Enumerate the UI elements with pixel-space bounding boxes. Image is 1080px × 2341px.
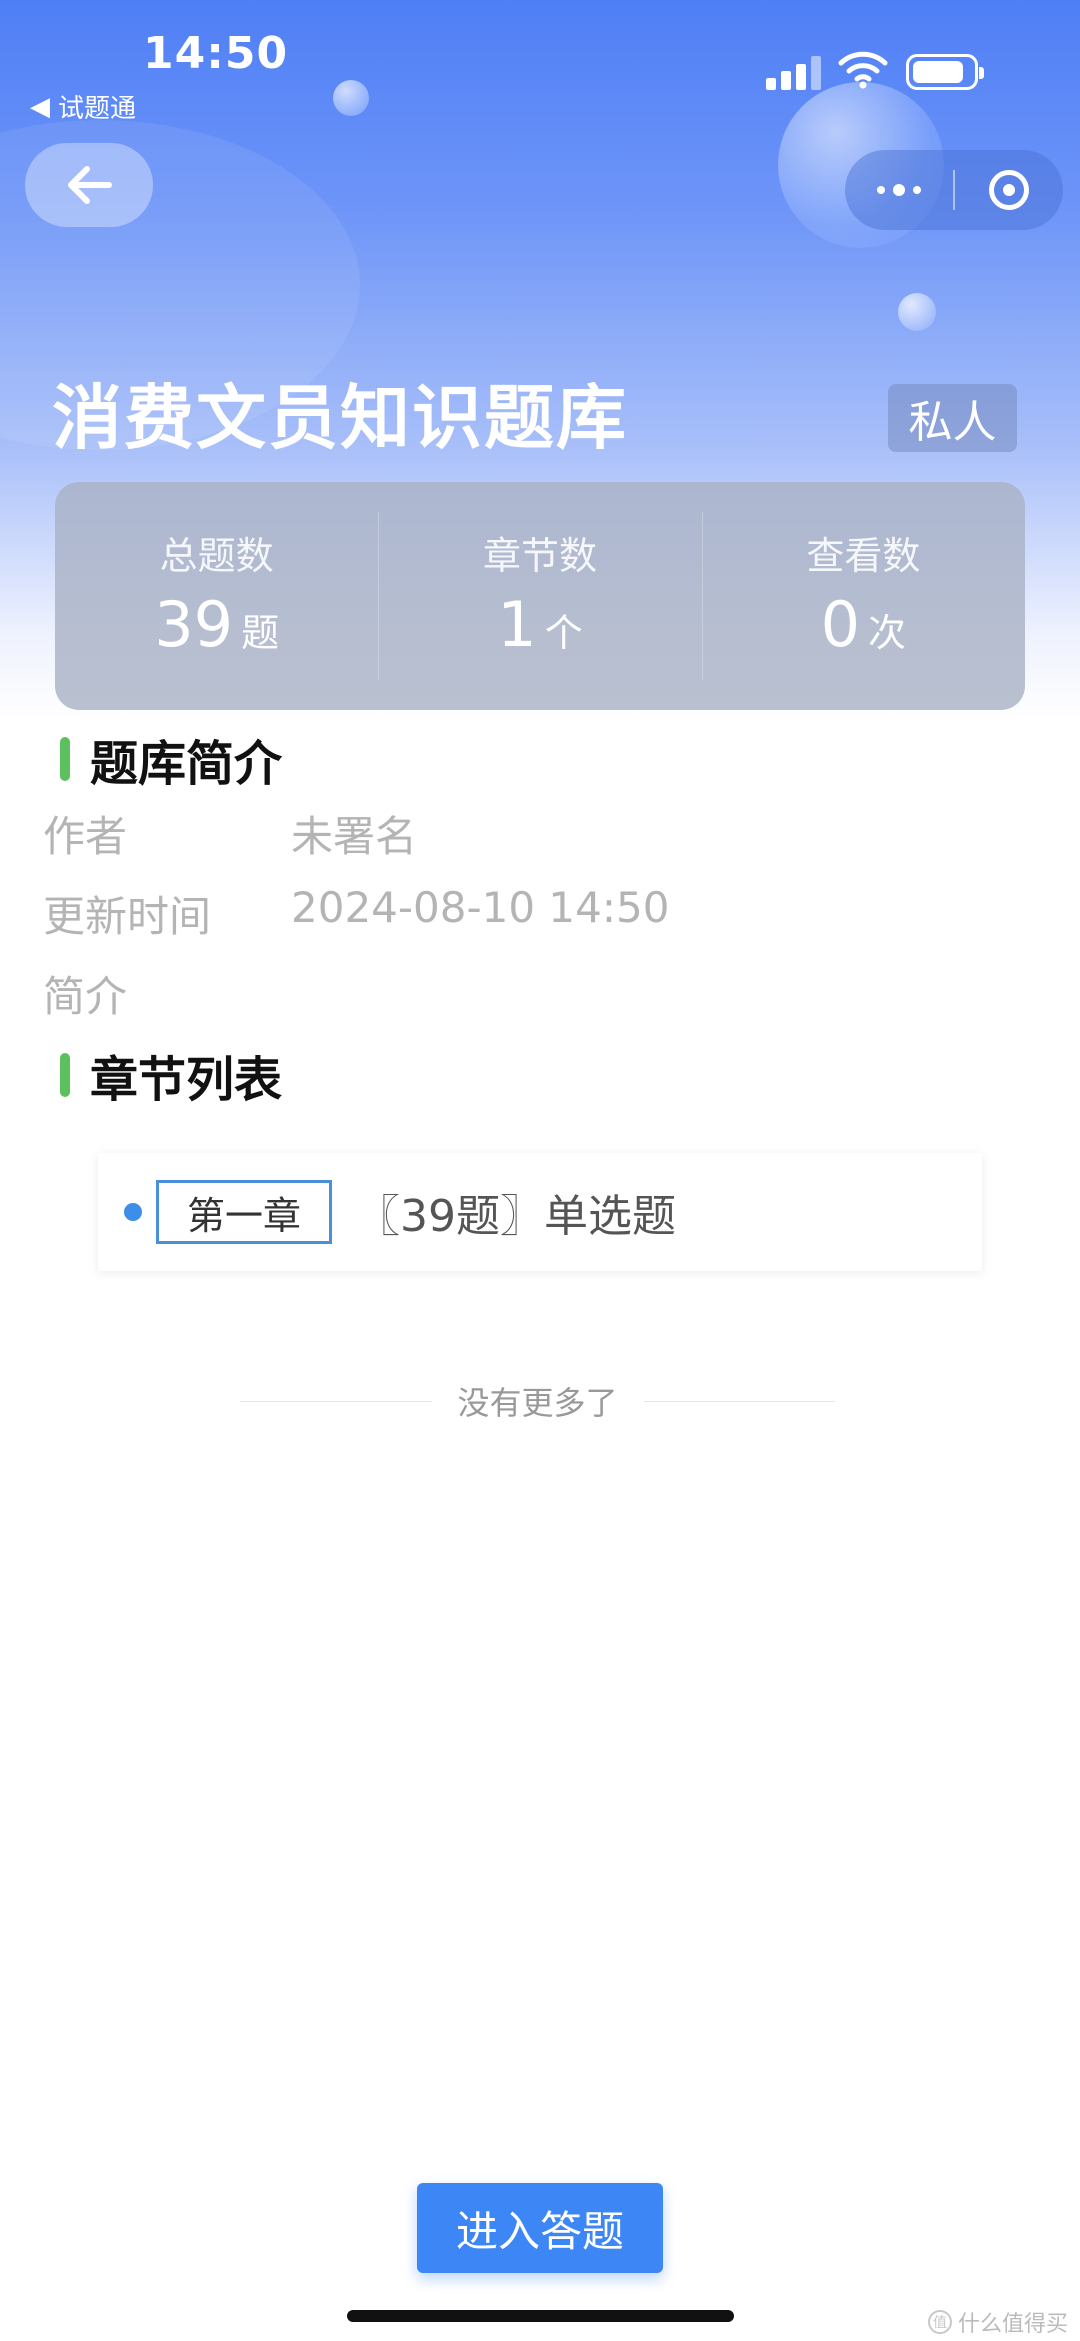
back-button[interactable] [25, 143, 153, 227]
section-accent-bar [60, 737, 70, 781]
status-time: 14:50 [143, 28, 289, 79]
info-label: 更新时间 [43, 892, 212, 941]
chapter-name: 第一章 [156, 1180, 332, 1244]
info-label: 简介 [43, 972, 128, 1021]
stat-label: 章节数 [482, 534, 597, 578]
watermark: 值 什么值得买 [928, 2306, 1068, 2338]
info-value: 2024-08-10 14:50 [291, 883, 670, 932]
home-indicator[interactable] [347, 2310, 734, 2322]
close-miniprogram-button[interactable] [955, 150, 1063, 230]
cellular-signal-icon [766, 56, 822, 90]
intro-heading: 题库简介 [90, 736, 283, 792]
watermark-text: 什么值得买 [958, 2312, 1069, 2337]
no-more-text: 没有更多了 [457, 1384, 618, 1422]
battery-icon [906, 54, 984, 90]
back-to-app-link[interactable]: ◀ 试题通 [30, 88, 136, 125]
stat-total-questions: 总题数 39 题 [55, 482, 378, 710]
privacy-tag: 私人 [888, 384, 1017, 452]
wifi-icon [838, 51, 888, 89]
stat-views: 查看数 0次 [701, 482, 1025, 710]
info-row-updated: 更新时间 2024-08-10 14:50 [43, 883, 669, 944]
info-row-description: 简介 [43, 963, 127, 1024]
stat-unit: 次 [868, 611, 907, 655]
info-label: 作者 [43, 812, 128, 861]
stat-label: 查看数 [806, 534, 921, 578]
intro-section-heading: 题库简介 [60, 724, 282, 794]
watermark-logo-icon: 值 [928, 2310, 952, 2334]
info-value: 未署名 [291, 812, 418, 861]
chapters-section-heading: 章节列表 [60, 1040, 282, 1110]
stat-value: 1 [497, 588, 537, 661]
stat-unit: 题 [241, 611, 280, 655]
more-button[interactable] [845, 150, 953, 230]
chapter-item[interactable]: 第一章 〖39题〗单选题 [98, 1153, 982, 1271]
info-row-author: 作者 未署名 [43, 803, 417, 864]
stat-unit: 个 [544, 611, 583, 655]
miniprogram-capsule [845, 150, 1063, 230]
back-triangle-icon: ◀ [30, 91, 50, 122]
target-icon [989, 170, 1029, 210]
back-app-label: 试题通 [58, 94, 137, 124]
stat-value: 0 [820, 588, 861, 661]
stats-panel: 总题数 39 题 章节数 1个 查看数 0次 [55, 482, 1025, 710]
arrow-left-icon [68, 166, 112, 204]
header-hero: 14:50 ◀ 试题通 消费文员知识题库 私人 总题数 39 题 章节数 1 个… [0, 0, 1080, 720]
chapter-meta: 〖39题〗单选题 [356, 1191, 676, 1242]
stat-chapters: 章节数 1个 [378, 482, 701, 710]
bullet-dot-icon [124, 1203, 142, 1221]
decorative-bubble [333, 80, 369, 116]
section-accent-bar [60, 1053, 70, 1097]
more-dots-icon [877, 184, 921, 196]
page-title: 消费文员知识题库 [52, 377, 628, 459]
no-more-divider: 没有更多了 [240, 1378, 836, 1424]
stat-value: 39 [154, 588, 234, 661]
enter-quiz-button[interactable]: 进入答题 [417, 2183, 663, 2273]
stat-label: 总题数 [159, 534, 274, 578]
chapters-heading: 章节列表 [90, 1052, 283, 1108]
decorative-bubble [898, 293, 936, 331]
